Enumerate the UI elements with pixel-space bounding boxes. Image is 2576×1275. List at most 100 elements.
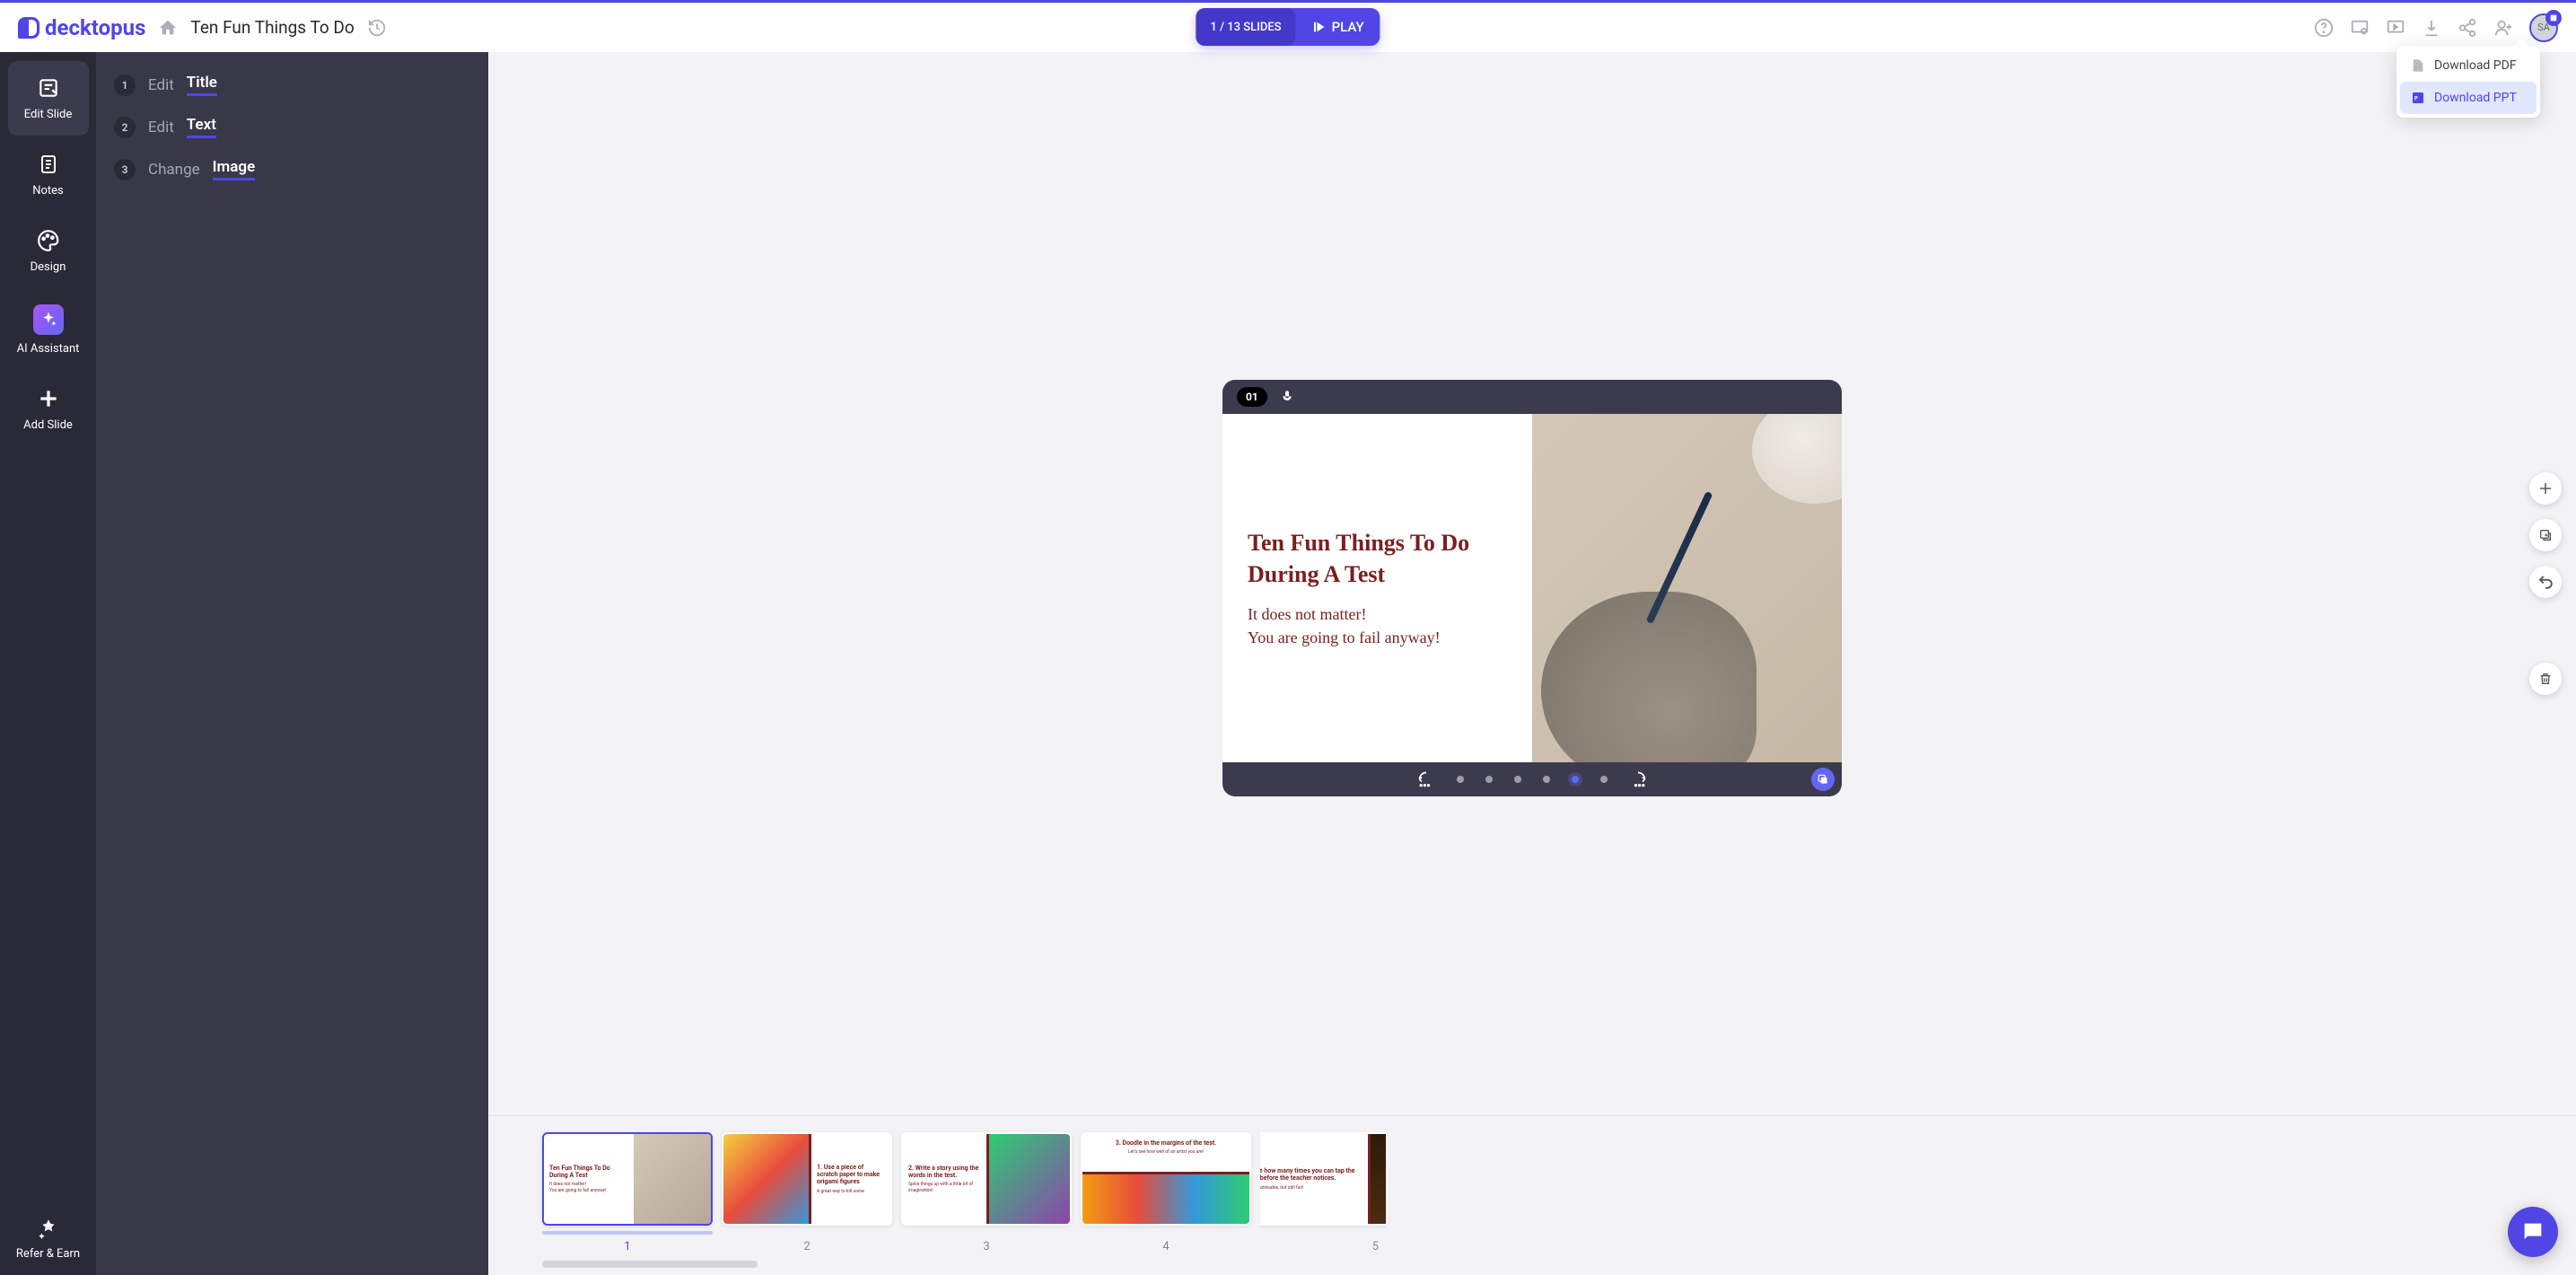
slide-frame: 01 Ten Fun Things To Do During A Test It…	[1222, 380, 1842, 796]
user-avatar[interactable]: SA	[2529, 13, 2558, 42]
thumb-title: 1. Use a piece of scratch paper to make …	[817, 1164, 885, 1186]
thumb-number: 2	[803, 1240, 810, 1253]
slide-counter[interactable]: 1 / 13 SLIDES	[1196, 8, 1295, 46]
thumb-subtitle: It does not matter! You are going to fai…	[549, 1182, 628, 1193]
avatar-badge-icon	[2545, 10, 2562, 26]
sidebar-ai-assistant[interactable]: AI Assistant	[8, 290, 89, 370]
refer-earn-icon	[36, 1215, 61, 1240]
edit-target-label: Title	[187, 74, 217, 96]
device-settings-icon[interactable]	[2350, 18, 2370, 38]
thumbnail-item[interactable]: 1. Use a piece of scratch paper to make …	[722, 1132, 892, 1253]
layout-option[interactable]	[1600, 776, 1608, 783]
edit-target-label: Image	[213, 158, 256, 180]
thumbnail-item[interactable]: 2. Write a story using the words in the …	[901, 1132, 1072, 1253]
slide-text-area: Ten Fun Things To Do During A Test It do…	[1222, 414, 1532, 762]
edit-row-number: 2	[114, 117, 136, 138]
pdf-file-icon	[2411, 58, 2425, 73]
layout-selector	[1222, 762, 1842, 796]
slide-subtitle[interactable]: It does not matter! You are going to fai…	[1248, 602, 1507, 649]
canvas-stage: 01 Ten Fun Things To Do During A Test It…	[488, 52, 2576, 1115]
undo-button[interactable]	[2529, 566, 2562, 598]
sidebar-item-label: Add Slide	[23, 418, 73, 432]
thumb-number: 5	[1372, 1240, 1379, 1253]
slide-topbar: 01	[1222, 380, 1842, 414]
edit-row-image[interactable]: 3 Change Image	[114, 158, 470, 180]
edit-action-label: Edit	[148, 76, 174, 94]
play-label: PLAY	[1332, 19, 1364, 35]
edit-action-label: Change	[148, 161, 200, 179]
delete-slide-button[interactable]	[2529, 663, 2562, 695]
layout-next-icon[interactable]	[1629, 770, 1647, 788]
ai-assistant-icon	[33, 304, 64, 335]
thumb-subtitle: A great way to kill some	[817, 1189, 885, 1195]
slide-number-badge: 01	[1237, 387, 1267, 407]
download-ppt-label: Download PPT	[2434, 91, 2517, 105]
sidebar-item-label: Notes	[32, 184, 64, 198]
sidebar-refer-earn[interactable]: Refer & Earn	[8, 1200, 89, 1275]
edit-row-text[interactable]: 2 Edit Text	[114, 116, 470, 138]
add-user-icon[interactable]	[2493, 18, 2513, 38]
canvas-area: 01 Ten Fun Things To Do During A Test It…	[488, 52, 2576, 1275]
layout-option[interactable]	[1457, 776, 1464, 783]
edit-target-label: Text	[187, 116, 216, 138]
download-ppt-item[interactable]: P Download PPT	[2400, 82, 2537, 114]
thumb-number: 3	[983, 1240, 989, 1253]
thumb-number: 4	[1162, 1240, 1169, 1253]
download-pdf-item[interactable]: Download PDF	[2400, 49, 2537, 82]
notes-icon	[36, 152, 61, 177]
thumb-subtitle: It's not advisable, but still fun!	[1260, 1185, 1362, 1191]
brand-name: decktopus	[45, 15, 145, 40]
layout-option[interactable]	[1514, 776, 1521, 783]
chat-widget-button[interactable]	[2508, 1207, 2558, 1257]
sidebar-item-label: Edit Slide	[24, 108, 73, 121]
thumb-subtitle: Spice things up with a little bit of ima…	[908, 1182, 981, 1193]
download-icon[interactable]	[2422, 18, 2441, 38]
layout-prev-icon[interactable]	[1417, 770, 1435, 788]
edit-action-label: Edit	[148, 119, 174, 136]
design-icon	[36, 228, 61, 253]
sidebar-add-slide[interactable]: Add Slide	[8, 372, 89, 446]
thumbnail-item[interactable]: 4. See how many times you can tap the de…	[1260, 1132, 1386, 1253]
play-button[interactable]: PLAY	[1296, 19, 1380, 35]
slide-title[interactable]: Ten Fun Things To Do During A Test	[1248, 527, 1507, 590]
share-icon[interactable]	[2458, 18, 2477, 38]
sidebar-notes[interactable]: Notes	[8, 137, 89, 212]
presentation-icon[interactable]	[2386, 18, 2405, 38]
edit-row-number: 1	[114, 75, 136, 96]
header: decktopus Ten Fun Things To Do 1 / 13 SL…	[0, 3, 2576, 52]
brand-logo[interactable]: decktopus	[18, 15, 145, 40]
edit-panel: 1 Edit Title 2 Edit Text 3 Change Image	[96, 52, 488, 1275]
home-icon[interactable]	[158, 18, 178, 38]
layout-option-active[interactable]	[1572, 776, 1579, 783]
logo-icon	[18, 17, 39, 39]
chat-icon	[2520, 1219, 2545, 1244]
thumbnail-item[interactable]: Ten Fun Things To Do During A Test It do…	[542, 1132, 713, 1253]
layout-option[interactable]	[1543, 776, 1550, 783]
left-sidebar: Edit Slide Notes Design AI Assistant	[0, 52, 96, 1275]
copy-slide-button[interactable]	[1811, 768, 1835, 791]
duplicate-slide-button[interactable]	[2529, 519, 2562, 551]
thumb-subtitle: Let's see how well of an artist you are!	[1090, 1149, 1242, 1156]
thumbnail-item[interactable]: 3. Doodle in the margins of the test. Le…	[1081, 1132, 1251, 1253]
slide-content[interactable]: Ten Fun Things To Do During A Test It do…	[1222, 414, 1842, 762]
play-control: 1 / 13 SLIDES PLAY	[1196, 8, 1380, 46]
sidebar-item-label: Design	[31, 260, 66, 274]
header-actions: SA	[2314, 13, 2558, 42]
sidebar-item-label: AI Assistant	[17, 342, 80, 356]
edit-slide-icon	[36, 75, 61, 101]
layout-option[interactable]	[1485, 776, 1493, 783]
help-icon[interactable]	[2314, 18, 2334, 38]
thumbnail-scrollbar[interactable]	[542, 1261, 758, 1268]
sidebar-edit-slide[interactable]: Edit Slide	[8, 61, 89, 136]
slide-image[interactable]	[1532, 414, 1842, 762]
play-icon	[1312, 20, 1327, 34]
edit-row-number: 3	[114, 159, 136, 180]
thumb-title: Ten Fun Things To Do During A Test	[549, 1165, 628, 1180]
document-title[interactable]: Ten Fun Things To Do	[190, 17, 354, 38]
history-icon[interactable]	[367, 18, 387, 38]
edit-row-title[interactable]: 1 Edit Title	[114, 74, 470, 96]
sidebar-design[interactable]: Design	[8, 214, 89, 288]
microphone-icon[interactable]	[1280, 390, 1294, 404]
ppt-file-icon: P	[2411, 91, 2425, 105]
add-element-button[interactable]	[2529, 472, 2562, 505]
